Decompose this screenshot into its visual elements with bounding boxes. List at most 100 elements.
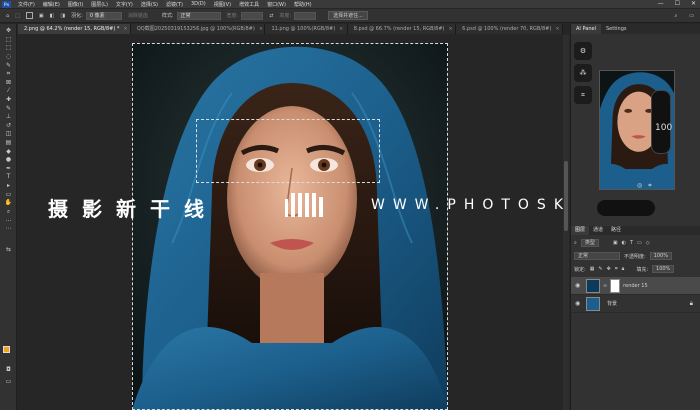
menu-filter[interactable]: 滤镜(T): [162, 1, 187, 8]
gradient-tool-icon[interactable]: ▤: [0, 139, 17, 148]
filter-smart-icon[interactable]: ◇: [646, 240, 650, 246]
search-icon[interactable]: ⌕: [674, 13, 677, 19]
type-tool-icon[interactable]: T: [0, 173, 17, 182]
tab-close-icon[interactable]: ×: [123, 26, 127, 32]
filter-shape-icon[interactable]: ▭: [637, 240, 642, 246]
frame-tool-icon[interactable]: ⊠: [0, 79, 17, 88]
menu-image[interactable]: 图像(I): [64, 1, 87, 8]
scrollbar-thumb[interactable]: [564, 161, 568, 231]
add-selection-icon[interactable]: ▣: [39, 13, 44, 19]
crop-tool-icon[interactable]: ⌗: [0, 70, 17, 79]
more-tools-icon[interactable]: …: [0, 216, 17, 225]
ai-crop-icon[interactable]: ⌗: [574, 86, 592, 104]
document-tab[interactable]: 6.psd @ 100% (render 70, RGB/8#) ×: [456, 24, 563, 34]
menu-window[interactable]: 窗口(W): [263, 1, 290, 8]
edit-toolbar-icon[interactable]: ⋯: [0, 225, 17, 234]
antialias-checkbox[interactable]: 消除锯齿: [128, 12, 148, 19]
crop-icon[interactable]: ⌗: [648, 182, 651, 190]
lock-paint-icon[interactable]: ✎: [598, 266, 602, 272]
menu-type[interactable]: 文字(Y): [112, 1, 137, 8]
opacity-input[interactable]: 100%: [649, 252, 672, 260]
menu-help[interactable]: 帮助(H): [290, 1, 316, 8]
lasso-tool-icon[interactable]: ◌: [0, 53, 17, 62]
ai-strength-slider[interactable]: 100: [651, 90, 672, 154]
screen-mode-icon[interactable]: ▭: [0, 378, 17, 387]
pen-tool-icon[interactable]: ✒: [0, 165, 17, 174]
marquee-tool-icon[interactable]: ⬚: [15, 13, 20, 19]
canvas-scrollbar[interactable]: [563, 35, 569, 410]
fill-input[interactable]: 100%: [652, 265, 675, 273]
visibility-eye-icon[interactable]: ◉: [575, 282, 583, 289]
tab-close-icon[interactable]: ×: [449, 26, 453, 32]
zoom-tool-icon[interactable]: ⌕: [0, 207, 17, 216]
filter-pixel-icon[interactable]: ▣: [613, 240, 618, 246]
workspace-icon[interactable]: ▭: [689, 13, 694, 19]
ai-action-bar[interactable]: [597, 200, 655, 216]
menu-select[interactable]: 选择(S): [137, 1, 162, 8]
path-select-tool-icon[interactable]: ▸: [0, 182, 17, 191]
menu-edit[interactable]: 编辑(E): [39, 1, 64, 8]
menu-3d[interactable]: 3D(D): [187, 1, 210, 7]
home-icon[interactable]: ⌂: [6, 13, 9, 19]
intersect-selection-icon[interactable]: ◨: [60, 13, 65, 19]
lock-artboard-icon[interactable]: ⌗: [615, 266, 618, 272]
style-select[interactable]: 正常: [176, 11, 221, 20]
layer-render-15[interactable]: ◉ ∞ render 15: [571, 277, 700, 295]
tab-close-icon[interactable]: ×: [259, 26, 263, 32]
lock-all-icon[interactable]: 🔒︎: [622, 266, 625, 272]
blend-mode-select[interactable]: 正常: [574, 252, 620, 260]
swap-icon[interactable]: ⇄: [269, 13, 273, 19]
width-input[interactable]: [241, 11, 264, 20]
filter-adjust-icon[interactable]: ◐: [622, 240, 626, 246]
shape-tool-icon[interactable]: ▭: [0, 190, 17, 199]
hand-tool-icon[interactable]: ✋: [0, 199, 17, 208]
eyedropper-tool-icon[interactable]: ⁄: [0, 87, 17, 96]
ai-share-icon[interactable]: ⁂: [574, 64, 592, 82]
visibility-eye-icon[interactable]: ◉: [575, 300, 583, 307]
lock-pixels-icon[interactable]: ▦: [590, 266, 595, 272]
tab-ai-panel[interactable]: AI Panel: [571, 24, 601, 34]
document-tab[interactable]: 11.png @ 100%(RGB/8#) ×: [265, 24, 348, 34]
document-tab[interactable]: 2.png @ 64.2% (render 15, RGB/8#) * ×: [18, 24, 131, 34]
move-tool-icon[interactable]: ✥: [0, 27, 17, 36]
target-icon[interactable]: ◎: [637, 182, 642, 190]
selection-marquee[interactable]: [196, 119, 380, 183]
feather-input[interactable]: 0 像素: [85, 11, 122, 20]
blur-tool-icon[interactable]: ◆: [0, 147, 17, 156]
layer-name[interactable]: 背景: [607, 300, 617, 307]
new-selection-icon[interactable]: [25, 12, 33, 19]
ai-settings-icon[interactable]: ⚙: [574, 42, 592, 60]
subtract-selection-icon[interactable]: ◧: [50, 13, 55, 19]
dodge-tool-icon[interactable]: ●: [0, 156, 17, 165]
artboard-tool-icon[interactable]: ⬚: [0, 36, 17, 45]
quick-select-tool-icon[interactable]: ✎: [0, 61, 17, 70]
tab-close-icon[interactable]: ×: [339, 26, 343, 32]
layer-background[interactable]: ◉ 背景 🔒︎: [571, 295, 700, 313]
document-tab[interactable]: QQ截图20250319153256.jpg @ 100%(RGB/8#) ×: [130, 24, 266, 34]
lock-move-icon[interactable]: ✥: [607, 266, 611, 272]
tab-channels[interactable]: 通道: [589, 226, 607, 235]
marquee-tool-icon[interactable]: ⬚: [0, 44, 17, 53]
tab-layers[interactable]: 图层: [571, 226, 590, 235]
layer-kind-select[interactable]: 类型: [580, 239, 599, 247]
brush-tool-icon[interactable]: ✎: [0, 104, 17, 113]
tab-settings[interactable]: Settings: [601, 24, 632, 34]
canvas-area[interactable]: 摄影新干线 WWW.PHOTOSKS.VIP: [18, 35, 563, 410]
spot-heal-tool-icon[interactable]: ✚: [0, 96, 17, 105]
tab-paths[interactable]: 路径: [607, 226, 625, 235]
layer-name[interactable]: render 15: [623, 283, 647, 289]
document-tab[interactable]: 8.psd @ 66.7% (render 15, RGB/8#) ×: [347, 24, 457, 34]
layer-mask-thumbnail[interactable]: [610, 278, 621, 293]
color-swap-icon[interactable]: ⇆: [0, 245, 17, 254]
minimize-icon[interactable]: —: [658, 0, 664, 7]
tab-close-icon[interactable]: ×: [555, 26, 559, 32]
eraser-tool-icon[interactable]: ◫: [0, 130, 17, 139]
maximize-icon[interactable]: ☐: [675, 0, 680, 7]
quickmask-icon[interactable]: ◘: [0, 366, 17, 375]
menu-layer[interactable]: 图层(L): [87, 1, 112, 8]
foreground-color-swatch[interactable]: [3, 346, 10, 353]
menu-plugins[interactable]: 增效工具: [235, 1, 263, 8]
height-input[interactable]: [294, 11, 317, 20]
menu-view[interactable]: 视图(V): [210, 1, 235, 8]
filter-type-icon[interactable]: T: [630, 240, 633, 246]
